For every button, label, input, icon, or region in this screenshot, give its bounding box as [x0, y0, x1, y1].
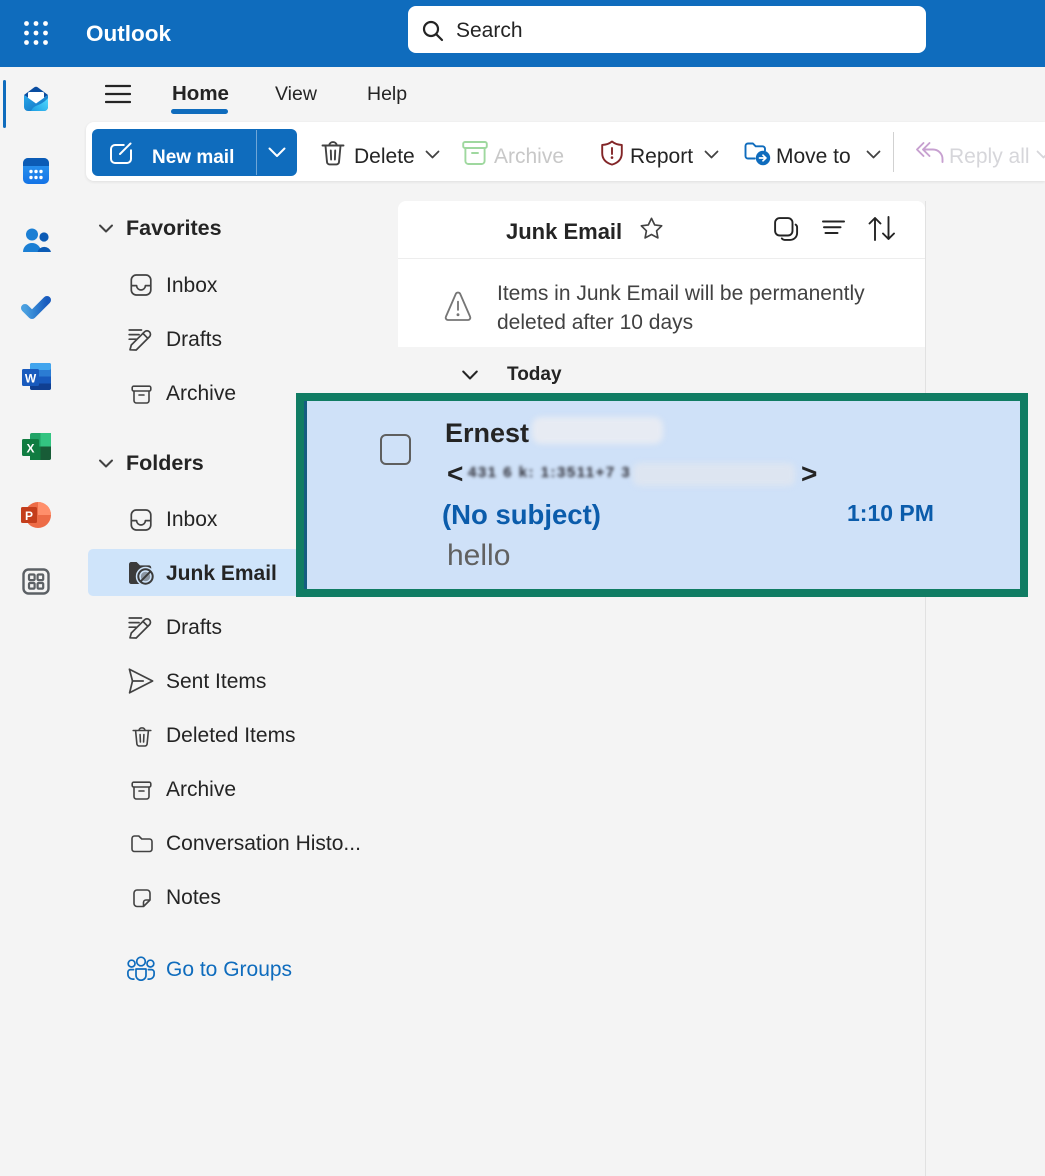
svg-text:P: P [25, 509, 33, 523]
svg-text:X: X [26, 442, 34, 456]
svg-text:W: W [25, 372, 37, 386]
